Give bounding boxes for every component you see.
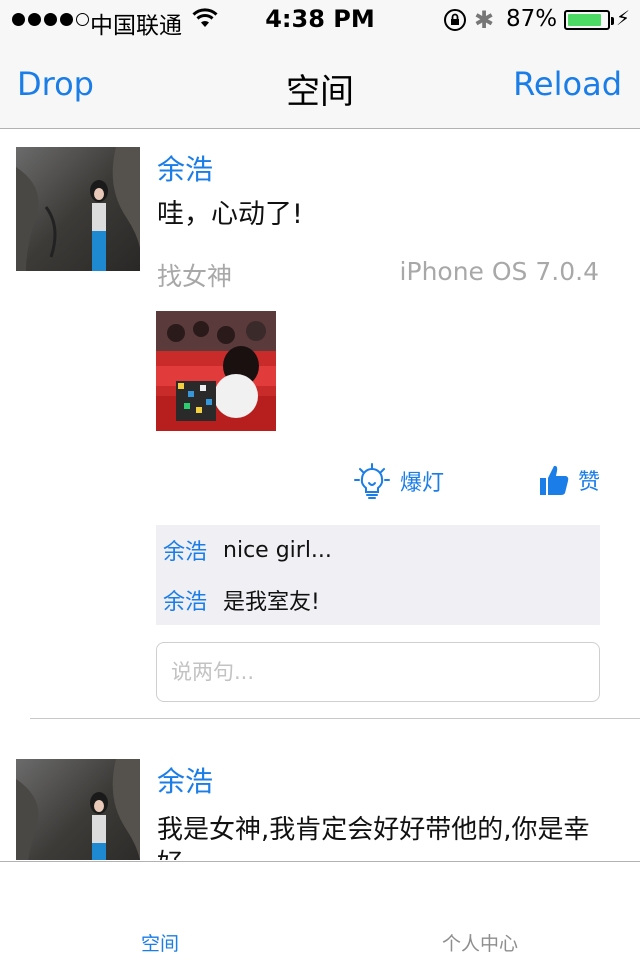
comment-author[interactable]: 余浩 <box>163 534 207 566</box>
post-author[interactable]: 余浩 <box>157 148 213 188</box>
bluetooth-icon: ✱ <box>474 6 495 34</box>
comment-list: 余浩 nice girl... 余浩 是我室友! <box>156 525 600 625</box>
tab-bar: 空间 个人中心 <box>0 861 640 960</box>
rotation-lock-icon <box>444 9 466 31</box>
post-group-tag[interactable]: 找女神 <box>157 257 232 293</box>
comment-text: 是我室友! <box>223 590 320 615</box>
thumbs-up-icon <box>540 465 569 495</box>
navigation-bar: Drop 空间 Reload <box>0 40 640 129</box>
post-device-tag: iPhone OS 7.0.4 <box>399 257 599 286</box>
post-text: 哇，心动了! <box>157 199 303 230</box>
post-divider <box>30 718 640 719</box>
post-photo[interactable] <box>156 311 276 431</box>
comment-item: 余浩 nice girl... <box>156 525 600 575</box>
avatar[interactable] <box>16 759 140 860</box>
flash-label: 爆灯 <box>400 471 445 496</box>
status-bar: 中国联通 4:38 PM ✱ 87% ⚡ <box>0 0 640 40</box>
like-label: 赞 <box>578 470 601 495</box>
charging-icon: ⚡ <box>616 6 631 30</box>
comment-text: nice girl... <box>223 537 332 563</box>
battery-icon <box>564 10 614 30</box>
feed-list[interactable]: 余浩 哇，心动了! 找女神 iPhone OS 7.0.4 爆灯 赞 余浩 ni… <box>0 130 640 860</box>
tab-space[interactable]: 空间 <box>0 862 320 960</box>
reload-button[interactable]: Reload <box>513 65 622 103</box>
post-author[interactable]: 余浩 <box>157 760 213 800</box>
battery-percent: 87% <box>506 6 558 32</box>
reply-input[interactable] <box>156 642 600 702</box>
flash-button[interactable]: 爆灯 <box>352 461 444 501</box>
tab-label: 空间 <box>140 933 179 955</box>
post-text: 我是女神,我肯定会好好带他的,你是幸好 <box>157 815 590 860</box>
tab-profile[interactable]: 个人中心 <box>320 862 640 960</box>
post-card: 余浩 我是女神,我肯定会好好带他的,你是幸好 <box>0 730 640 860</box>
comment-item: 余浩 是我室友! <box>156 575 600 625</box>
tab-label: 个人中心 <box>441 933 518 955</box>
post-card: 余浩 哇，心动了! 找女神 iPhone OS 7.0.4 爆灯 赞 余浩 ni… <box>0 130 640 730</box>
like-button[interactable]: 赞 <box>538 463 600 497</box>
lightbulb-icon <box>354 463 390 499</box>
comment-author[interactable]: 余浩 <box>163 584 207 616</box>
avatar[interactable] <box>16 147 140 271</box>
